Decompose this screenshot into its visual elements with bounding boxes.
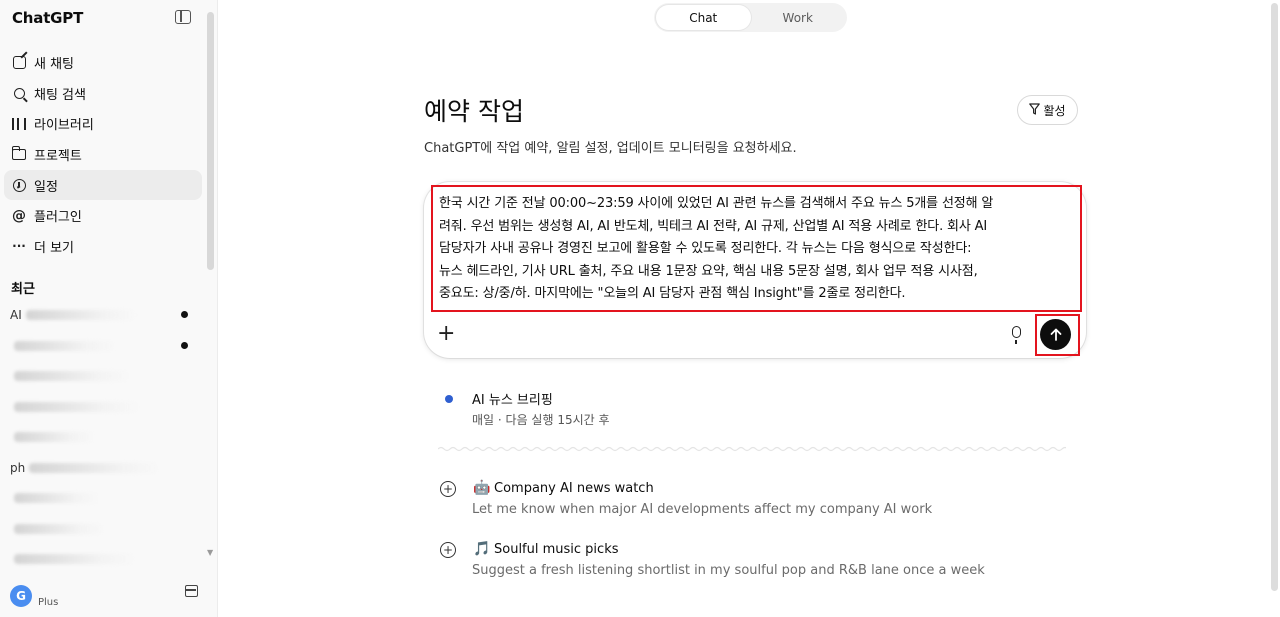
main-scrollbar[interactable] xyxy=(1271,3,1278,591)
sidebar-item-label: 프로젝트 xyxy=(34,148,82,164)
sidebar-item-label: 채팅 검색 xyxy=(34,87,86,103)
tab-work[interactable]: Work xyxy=(751,5,846,30)
recent-chat-item[interactable] xyxy=(0,331,206,362)
sidebar-item-label: 더 보기 xyxy=(34,240,75,256)
page-subtitle: ChatGPT에 작업 예약, 알림 설정, 업데이트 모니터링을 요청하세요. xyxy=(424,141,797,156)
prompt-line: 뉴스 헤드라인, 기사 URL 출처, 주요 내용 1문장 요약, 핵심 내용 … xyxy=(439,263,978,279)
sidebar-item-projects[interactable]: 프로젝트 xyxy=(4,139,202,170)
add-suggestion-icon[interactable]: + xyxy=(440,542,456,558)
plan-label: Plus xyxy=(38,597,59,608)
library-icon xyxy=(12,117,26,131)
sidebar-toggle-icon[interactable] xyxy=(175,10,191,24)
clock-icon xyxy=(12,178,26,192)
sidebar-item-label: 일정 xyxy=(34,179,58,195)
arrow-up-icon xyxy=(1050,328,1061,341)
task-name: AI 뉴스 브리핑 xyxy=(472,393,553,408)
sidebar-item-label: 새 채팅 xyxy=(34,56,75,72)
tab-chat[interactable]: Chat xyxy=(656,5,751,30)
task-meta: 매일 · 다음 실행 15시간 후 xyxy=(472,413,610,427)
prompt-line: 려줘. 우선 범위는 생성형 AI, AI 반도체, 빅테크 AI 전략, AI… xyxy=(439,218,988,234)
filter-icon xyxy=(1029,102,1041,118)
sidebar-item-search[interactable]: 채팅 검색 xyxy=(4,78,202,109)
scroll-down-icon[interactable]: ▼ xyxy=(207,548,213,557)
attach-plus-icon[interactable]: + xyxy=(437,322,455,346)
user-profile[interactable]: G Plus xyxy=(10,583,58,608)
recent-chat-item[interactable] xyxy=(0,483,206,514)
robot-icon: 🤖 xyxy=(473,480,491,496)
status-dot xyxy=(445,395,453,403)
recent-chat-item[interactable] xyxy=(0,514,206,545)
recent-chat-item[interactable]: ph xyxy=(0,453,206,484)
music-note-icon: 🎵 xyxy=(473,541,491,557)
recent-chat-item[interactable]: AI xyxy=(0,300,206,331)
sidebar-scrollbar[interactable] xyxy=(207,12,214,270)
unread-dot xyxy=(181,311,188,318)
sidebar-item-label: 플러그인 xyxy=(34,210,82,226)
prompt-input[interactable]: 한국 시간 기준 전날 00:00~23:59 사이에 있었던 AI 관련 뉴스… xyxy=(439,193,1079,306)
avatar: G xyxy=(10,584,32,607)
suggestion-description: Suggest a fresh listening shortlist in m… xyxy=(472,563,985,578)
suggestion-description: Let me know when major AI developments a… xyxy=(472,502,933,517)
filter-button[interactable]: 활성 xyxy=(1017,95,1078,125)
prompt-line: 담당자가 사내 공유나 경영진 보고에 활용할 수 있도록 정리한다. 각 뉴스… xyxy=(439,241,972,257)
at-icon: @ xyxy=(12,207,26,224)
sidebar-item-label: 라이브러리 xyxy=(34,118,94,134)
sidebar-item-schedule[interactable]: 일정 xyxy=(4,169,202,201)
sidebar-item-library[interactable]: 라이브러리 xyxy=(4,108,202,139)
sidebar-item-plugins[interactable]: @ 플러그인 xyxy=(4,200,202,231)
recent-chat-item[interactable] xyxy=(0,392,206,423)
sidebar: ChatGPT 새 채팅 채팅 검색 라이브러리 프로젝트 일정 @ 플러그인 … xyxy=(0,0,218,617)
suggestion-title: Soulful music picks xyxy=(494,542,619,557)
suggestion-title: Company AI news watch xyxy=(494,481,654,496)
mode-toggle: Chat Work xyxy=(654,3,847,32)
filter-label: 활성 xyxy=(1043,103,1066,118)
wavy-divider xyxy=(438,446,1066,452)
recent-chat-item[interactable] xyxy=(0,544,206,575)
search-icon xyxy=(12,86,26,100)
sidebar-nav: 새 채팅 채팅 검색 라이브러리 프로젝트 일정 @ 플러그인 ··· 더 보기 xyxy=(4,47,202,262)
sidebar-item-more[interactable]: ··· 더 보기 xyxy=(4,231,202,262)
recent-chat-item[interactable] xyxy=(0,361,206,392)
gift-icon[interactable] xyxy=(185,585,198,597)
page-title: 예약 작업 xyxy=(424,97,524,126)
new-chat-icon xyxy=(12,55,26,69)
add-suggestion-icon[interactable]: + xyxy=(440,481,456,497)
brand-title[interactable]: ChatGPT xyxy=(12,9,83,27)
send-button[interactable] xyxy=(1040,319,1071,350)
more-icon: ··· xyxy=(12,239,26,254)
recent-chat-item[interactable] xyxy=(0,422,206,453)
folder-icon xyxy=(11,145,26,161)
unread-dot xyxy=(181,341,188,349)
microphone-icon[interactable] xyxy=(1012,326,1021,344)
sidebar-item-new-chat[interactable]: 새 채팅 xyxy=(4,47,202,78)
prompt-line: 중요도: 상/중/하. 마지막에는 "오늘의 AI 담당자 관점 핵심 Insi… xyxy=(439,286,906,302)
recent-heading: 최근 xyxy=(11,282,35,297)
prompt-line: 한국 시간 기준 전날 00:00~23:59 사이에 있었던 AI 관련 뉴스… xyxy=(439,196,994,211)
recent-list: AI ph xyxy=(0,300,206,575)
